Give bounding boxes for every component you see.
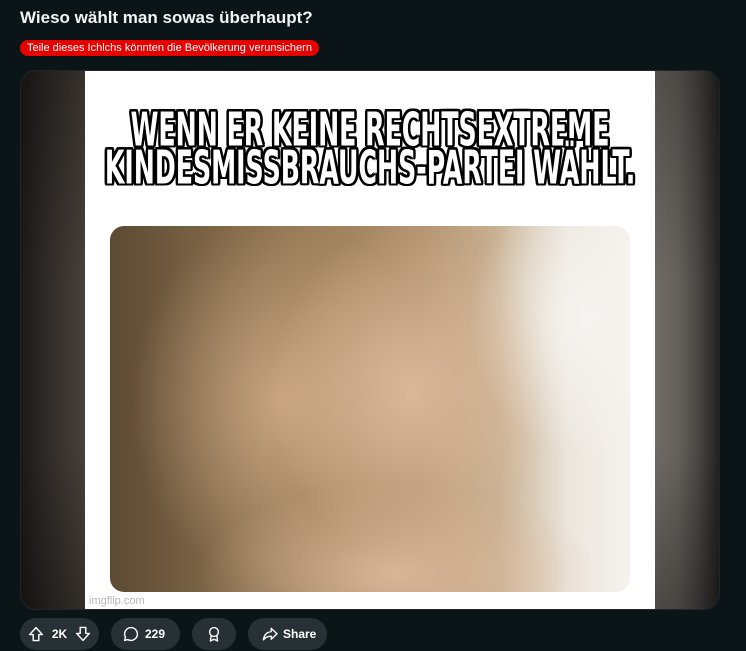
meme-caption: WENN ER KEINE RECHTSEXTREME KINDESMISSBR… — [85, 106, 655, 195]
meme-image[interactable]: WENN ER KEINE RECHTSEXTREME KINDESMISSBR… — [85, 71, 655, 609]
share-button[interactable]: Share — [248, 618, 327, 650]
post-flair[interactable]: Teile dieses Ichlchs könnten die Bevölke… — [20, 40, 319, 56]
vote-score: 2K — [51, 627, 68, 641]
award-button[interactable] — [192, 618, 236, 650]
meme-caption-line-2: KINDESMISSBRAUCHS-PARTEI WÄHLT. — [85, 140, 655, 195]
award-icon — [206, 626, 222, 642]
post-media[interactable]: WENN ER KEINE RECHTSEXTREME KINDESMISSBR… — [20, 70, 720, 610]
post-title: Wieso wählt man sowas überhaupt? — [20, 8, 313, 27]
watermark: imgflip.com — [89, 595, 145, 607]
vote-control: 2K — [20, 618, 99, 650]
comment-icon — [123, 626, 139, 642]
comment-count: 229 — [145, 627, 166, 641]
upvote-icon[interactable] — [28, 626, 44, 642]
share-icon — [262, 626, 278, 642]
downvote-icon[interactable] — [75, 626, 91, 642]
meme-caption-text-2: KINDESMISSBRAUCHS-PARTEI WÄHLT. — [104, 140, 636, 195]
share-label: Share — [283, 627, 317, 641]
comments-button[interactable]: 229 — [111, 618, 180, 650]
meme-photo — [110, 226, 630, 592]
